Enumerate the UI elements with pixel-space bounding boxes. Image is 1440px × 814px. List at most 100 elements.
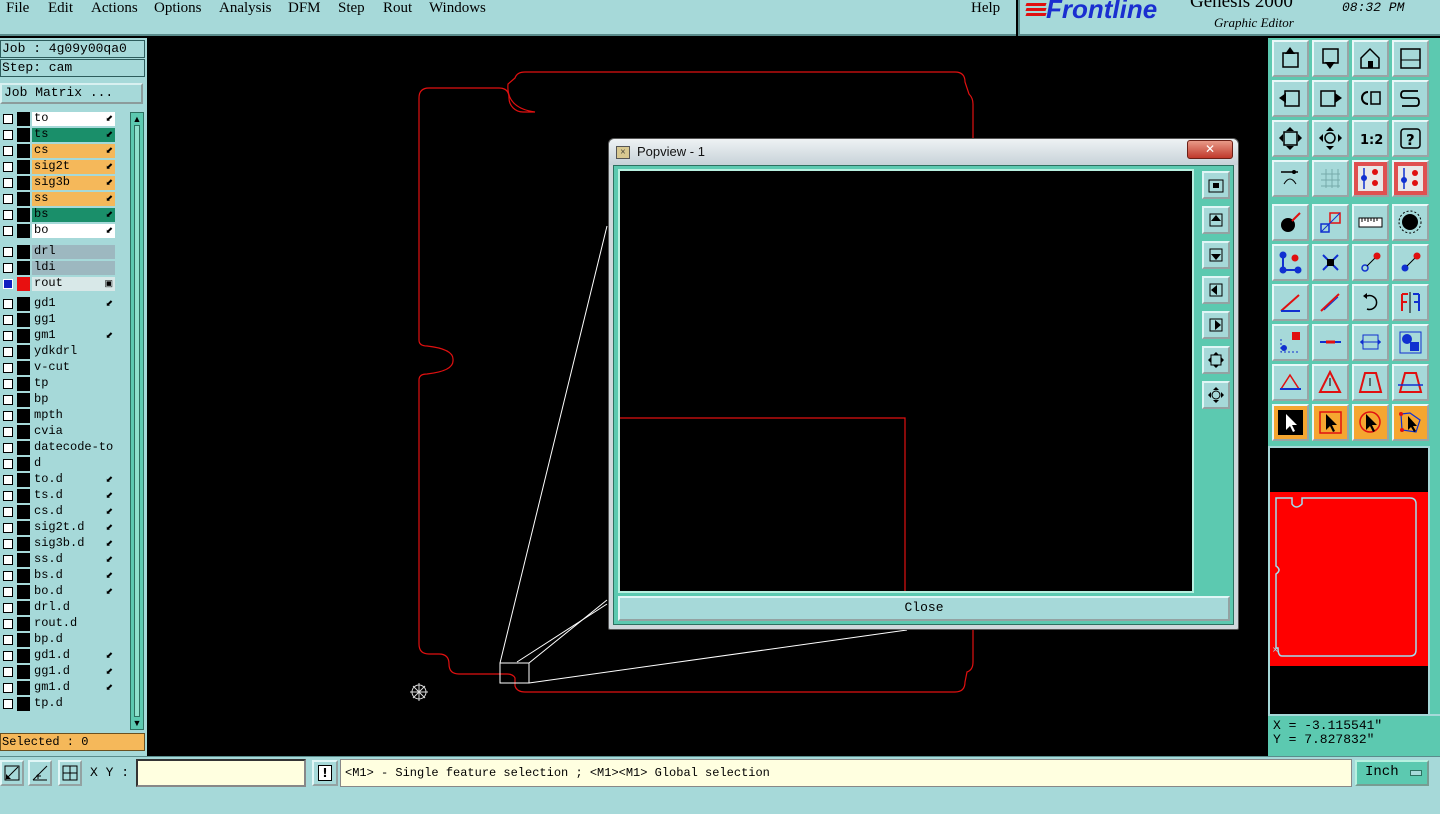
- layer-checkbox[interactable]: [3, 427, 13, 437]
- layer-checkbox[interactable]: [3, 699, 13, 709]
- layer-name[interactable]: sig3b.d: [32, 537, 115, 551]
- layer-display-swatch[interactable]: [17, 617, 30, 631]
- xy-input[interactable]: [136, 759, 306, 787]
- layer-display-swatch[interactable]: [17, 160, 30, 174]
- mirror-icon[interactable]: [1392, 284, 1429, 321]
- layer-row-v-cut[interactable]: v-cut: [0, 361, 118, 375]
- layer-name[interactable]: gd1.d: [32, 649, 115, 663]
- ruler-icon[interactable]: [1352, 204, 1389, 241]
- layer-display-swatch[interactable]: [17, 224, 30, 238]
- layer-checkbox[interactable]: [3, 507, 13, 517]
- layer-name[interactable]: datecode-to: [32, 441, 115, 455]
- layer-checkbox[interactable]: [3, 571, 13, 581]
- layer-row-cvia[interactable]: cvia: [0, 425, 118, 439]
- layer-row-gm1.d[interactable]: gm1.d ⬋: [0, 681, 118, 695]
- layer-display-swatch[interactable]: [17, 208, 30, 222]
- layer-row-mpth[interactable]: mpth: [0, 409, 118, 423]
- arc-icon[interactable]: [1352, 284, 1389, 321]
- layer-name[interactable]: rout: [32, 277, 115, 291]
- grid-icon[interactable]: [1312, 160, 1349, 197]
- measure-icon[interactable]: [0, 760, 24, 786]
- delete-node-icon[interactable]: [1312, 244, 1349, 281]
- layer-name[interactable]: gg1.d: [32, 665, 115, 679]
- layer-display-swatch[interactable]: [17, 489, 30, 503]
- menu-actions[interactable]: Actions: [91, 0, 138, 17]
- line-draw-icon[interactable]: [1312, 284, 1349, 321]
- layer-checkbox[interactable]: [3, 299, 13, 309]
- layer-display-swatch[interactable]: [17, 245, 30, 259]
- layer-display-swatch[interactable]: [17, 377, 30, 391]
- layer-row-ts[interactable]: ts ⬋: [0, 128, 118, 142]
- layer-name[interactable]: gm1.d: [32, 681, 115, 695]
- layer-display-swatch[interactable]: [17, 473, 30, 487]
- layer-checkbox[interactable]: [3, 635, 13, 645]
- layer-display-swatch[interactable]: [17, 585, 30, 599]
- layer-row-d[interactable]: d: [0, 457, 118, 471]
- line-split-icon[interactable]: [1312, 324, 1349, 361]
- layer-checkbox[interactable]: [3, 555, 13, 565]
- layer-display-swatch[interactable]: [17, 649, 30, 663]
- layer-row-to[interactable]: to ⬋: [0, 112, 118, 126]
- zoom-window-icon[interactable]: [1202, 171, 1230, 199]
- frame-icon[interactable]: [1392, 40, 1429, 77]
- grid-snap-icon[interactable]: [58, 760, 82, 786]
- layer-row-bp.d[interactable]: bp.d: [0, 633, 118, 647]
- group-shapes-icon[interactable]: [1392, 324, 1429, 361]
- menu-file[interactable]: File: [6, 0, 29, 17]
- layer-name[interactable]: bp.d: [32, 633, 115, 647]
- menu-windows[interactable]: Windows: [429, 0, 486, 17]
- layer-checkbox[interactable]: [3, 443, 13, 453]
- layer-checkbox[interactable]: [3, 539, 13, 549]
- menu-help[interactable]: Help: [971, 0, 1000, 17]
- popview-canvas[interactable]: [618, 169, 1194, 593]
- layer-display-swatch[interactable]: [17, 192, 30, 206]
- layer-checkbox[interactable]: [3, 194, 13, 204]
- layer-checkbox[interactable]: [3, 523, 13, 533]
- layer-name[interactable]: gm1: [32, 329, 115, 343]
- layer-row-gd1.d[interactable]: gd1.d ⬋: [0, 649, 118, 663]
- layer-checkbox[interactable]: [3, 603, 13, 613]
- layer-row-ts.d[interactable]: ts.d ⬋: [0, 489, 118, 503]
- pad-to-line-icon[interactable]: [1272, 324, 1309, 361]
- layer-row-rout[interactable]: rout ▣: [0, 277, 118, 291]
- layer-name[interactable]: cs: [32, 144, 115, 158]
- help-icon[interactable]: ?: [1392, 120, 1429, 157]
- layer-row-gm1[interactable]: gm1 ⬋: [0, 329, 118, 343]
- move-point-icon[interactable]: [1352, 244, 1389, 281]
- menu-rout[interactable]: Rout: [383, 0, 412, 17]
- layer-row-sig2t.d[interactable]: sig2t.d ⬋: [0, 521, 118, 535]
- select-circle-icon[interactable]: [1352, 404, 1389, 441]
- layer-display-swatch[interactable]: [17, 521, 30, 535]
- layer-display-swatch[interactable]: [17, 361, 30, 375]
- layer-name[interactable]: bs: [32, 208, 115, 222]
- popview-close-button[interactable]: Close: [618, 596, 1230, 621]
- layer-left-icon[interactable]: [1272, 80, 1309, 117]
- layer-name[interactable]: gd1: [32, 297, 115, 311]
- menu-edit[interactable]: Edit: [48, 0, 73, 17]
- layer-checkbox[interactable]: [3, 162, 13, 172]
- layer-row-drl[interactable]: drl: [0, 245, 118, 259]
- layer-row-cs[interactable]: cs ⬋: [0, 144, 118, 158]
- layer-display-swatch[interactable]: [17, 261, 30, 275]
- layer-name[interactable]: ldi: [32, 261, 115, 275]
- layer-checkbox[interactable]: [3, 651, 13, 661]
- layer-name[interactable]: rout.d: [32, 617, 115, 631]
- select-pointer-icon[interactable]: [1272, 404, 1309, 441]
- layer-name[interactable]: ts: [32, 128, 115, 142]
- layer-row-ldi[interactable]: ldi: [0, 261, 118, 275]
- redraw-icon[interactable]: [1392, 80, 1429, 117]
- stretch-icon[interactable]: [1352, 324, 1389, 361]
- layer-row-bs[interactable]: bs ⬋: [0, 208, 118, 222]
- select-box-icon[interactable]: [1312, 404, 1349, 441]
- layer-display-swatch[interactable]: [17, 409, 30, 423]
- layer-checkbox[interactable]: [3, 475, 13, 485]
- connect-nodes-icon[interactable]: [1272, 244, 1309, 281]
- zoom-in-icon[interactable]: [1202, 381, 1230, 409]
- pad-icon[interactable]: [1392, 204, 1429, 241]
- layer-display-swatch[interactable]: [17, 505, 30, 519]
- layer-checkbox[interactable]: [3, 459, 13, 469]
- zoom-center-icon[interactable]: [1312, 120, 1349, 157]
- message-button[interactable]: !: [312, 760, 338, 786]
- layer-checkbox[interactable]: [3, 363, 13, 373]
- scrollbar-thumb[interactable]: [134, 125, 140, 717]
